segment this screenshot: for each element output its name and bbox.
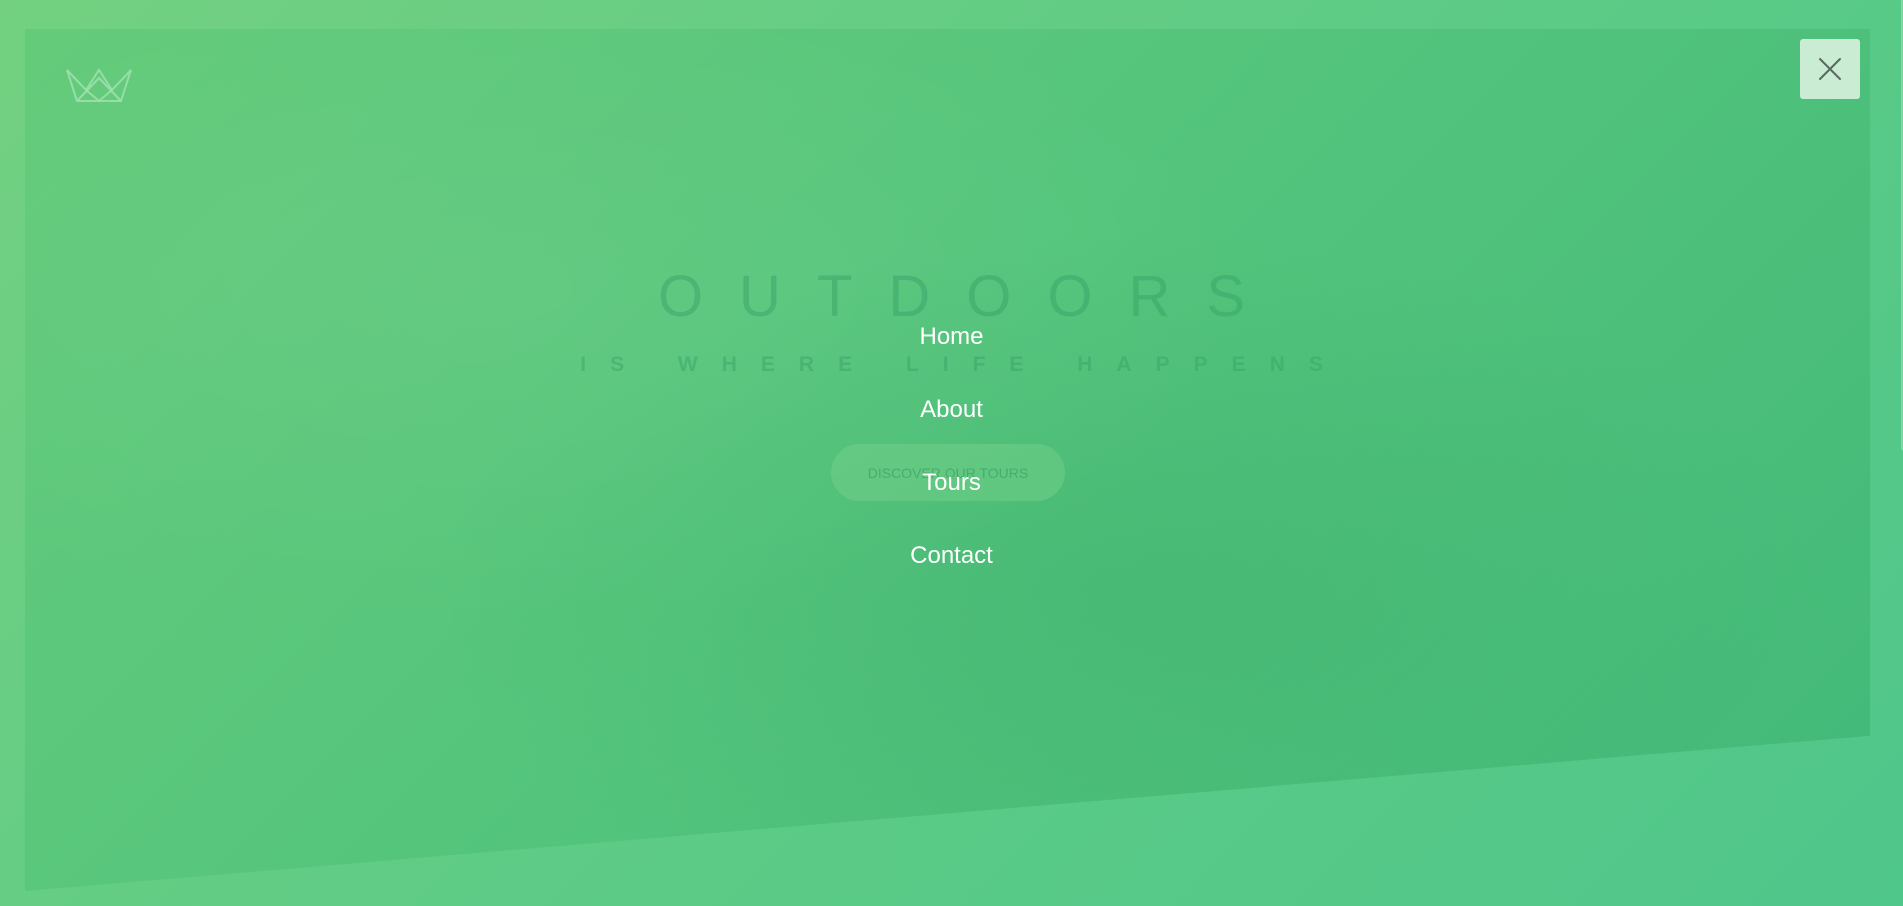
main-navigation: Home About Tours Contact xyxy=(0,323,1903,615)
nav-link-home[interactable]: Home xyxy=(919,323,983,352)
nav-item-contact: Contact xyxy=(0,542,1903,615)
nav-link-contact[interactable]: Contact xyxy=(910,542,993,571)
nav-item-about: About xyxy=(0,396,1903,469)
nav-item-home: Home xyxy=(0,323,1903,396)
close-menu-button[interactable] xyxy=(1800,39,1860,99)
hero-title: OUTDOORS xyxy=(657,264,1282,329)
close-icon xyxy=(1819,58,1841,80)
nav-link-tours[interactable]: Tours xyxy=(922,469,981,498)
nav-item-tours: Tours xyxy=(0,469,1903,542)
crown-icon[interactable] xyxy=(64,66,134,106)
nav-link-about[interactable]: About xyxy=(920,396,983,425)
